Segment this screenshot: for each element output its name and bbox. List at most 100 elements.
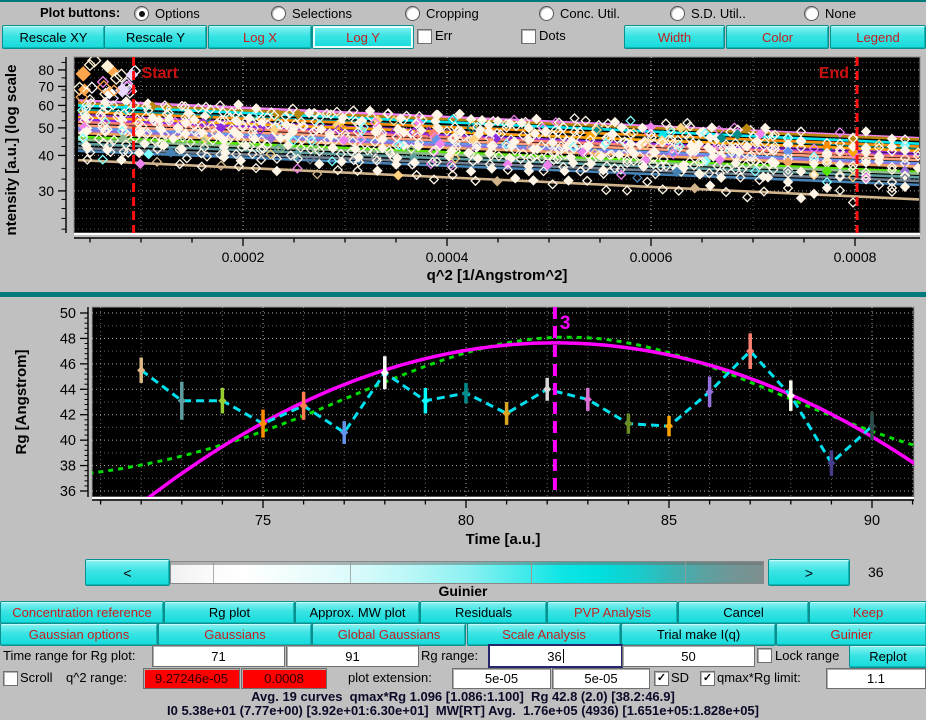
svg-text:44: 44 <box>60 382 76 398</box>
svg-text:85: 85 <box>661 513 677 529</box>
qmax-rg-limit-input[interactable]: 1.1 <box>826 668 926 689</box>
radio-selections[interactable]: Selections <box>271 4 352 24</box>
svg-text:0.0006: 0.0006 <box>630 249 673 265</box>
err-checkbox[interactable] <box>417 29 432 44</box>
scroll-left-button[interactable]: < <box>85 559 170 586</box>
rg-to-input[interactable]: 50 <box>622 645 755 667</box>
scroll-value: 36 <box>868 562 918 582</box>
log-x-button[interactable]: Log X <box>208 25 312 49</box>
intensity-plot[interactable]: Start End 0.0002 0.0004 0.0006 0.0008 q^2 [1/A… <box>0 50 926 292</box>
legend-button[interactable]: Legend <box>830 25 926 49</box>
rescale-y-button[interactable]: Rescale Y <box>104 25 207 49</box>
q2-from-input[interactable]: 9.27246e-05 <box>143 668 240 689</box>
err-label: Err <box>435 26 452 46</box>
rescale-xy-button[interactable]: Rescale XY <box>2 25 105 49</box>
residuals-button[interactable]: Residuals <box>420 601 547 624</box>
radio-circle-icon[interactable] <box>271 6 286 21</box>
dots-label: Dots <box>539 26 566 46</box>
scroll-checkbox[interactable] <box>3 671 18 686</box>
trial-make-i-q--button[interactable]: Trial make I(q) <box>621 623 776 646</box>
plot-ext-2-input[interactable]: 5e-05 <box>552 668 650 689</box>
svg-text:42: 42 <box>60 408 76 424</box>
dots-checkbox[interactable] <box>521 29 536 44</box>
text-cursor <box>563 649 564 663</box>
radio-label: S.D. Util.. <box>691 6 746 21</box>
svg-text:80: 80 <box>458 513 474 529</box>
gaussians-button[interactable]: Gaussians <box>158 623 312 646</box>
radio-circle-icon[interactable] <box>405 6 420 21</box>
approx-mw-plot-button[interactable]: Approx. MW plot <box>295 601 420 624</box>
radio-label: None <box>825 6 856 21</box>
svg-text:0.0002: 0.0002 <box>222 249 265 265</box>
time-from-input[interactable]: 71 <box>152 645 285 667</box>
rg-plot-button[interactable]: Rg plot <box>164 601 295 624</box>
svg-text:End: End <box>819 65 849 82</box>
svg-text:70: 70 <box>38 78 54 94</box>
guinier-button[interactable]: Guinier <box>776 623 926 646</box>
q2-range-label: q^2 range: <box>66 668 127 688</box>
pvp-analysis-button[interactable]: PVP Analysis <box>547 601 678 624</box>
rg-plot[interactable]: 375808590Time [a.u.]5048464442403836Rg [… <box>0 297 926 552</box>
lock-range-checkbox[interactable] <box>757 648 772 663</box>
rg-from-input[interactable]: 36 <box>488 644 623 668</box>
svg-text:Start: Start <box>142 65 179 82</box>
gradient-divider <box>685 562 686 583</box>
svg-text:ntensity [a.u.] (log scale: ntensity [a.u.] (log scale <box>3 65 20 236</box>
action-buttons-row-2: Gaussian optionsGaussiansGlobal Gaussian… <box>0 623 926 644</box>
plot-buttons-label: Plot buttons: <box>40 3 120 23</box>
cancel-button[interactable]: Cancel <box>678 601 809 624</box>
sd-checkbox[interactable]: ✓ <box>654 671 669 686</box>
qmax-rg-checkbox[interactable]: ✓ <box>700 671 715 686</box>
svg-text:50: 50 <box>38 120 54 136</box>
global-gaussians-button[interactable]: Global Gaussians <box>312 623 466 646</box>
gradient-divider <box>350 562 351 583</box>
radio-label: Cropping <box>426 6 479 21</box>
time-to-input[interactable]: 91 <box>286 645 419 667</box>
svg-text:0.0008: 0.0008 <box>834 249 877 265</box>
lock-range-label: Lock range <box>775 646 839 666</box>
radio-none[interactable]: None <box>804 4 856 24</box>
svg-text:Rg [Angstrom]: Rg [Angstrom] <box>13 350 30 455</box>
radio-circle-icon[interactable] <box>539 6 554 21</box>
scale-analysis-button[interactable]: Scale Analysis <box>467 623 621 646</box>
toolbar-row: Rescale XYRescale YLog XLog Y Err Dots Widt… <box>0 25 926 47</box>
radio-circle-icon[interactable] <box>134 6 149 21</box>
radio-circle-icon[interactable] <box>670 6 685 21</box>
plot-ext-1-input[interactable]: 5e-05 <box>452 668 551 689</box>
svg-text:Time [a.u.]: Time [a.u.] <box>466 531 541 548</box>
radio-label: Selections <box>292 6 352 21</box>
radio-options[interactable]: Options <box>134 4 200 24</box>
replot-button[interactable]: Replot <box>849 645 926 668</box>
radio-conc-util-[interactable]: Conc. Util. <box>539 4 620 24</box>
svg-text:0.0004: 0.0004 <box>426 249 469 265</box>
time-range-label: Time range for Rg plot: <box>3 646 135 666</box>
width-button[interactable]: Width <box>624 25 725 49</box>
radio-s-d-util-[interactable]: S.D. Util.. <box>670 4 746 24</box>
svg-text:3: 3 <box>560 313 571 334</box>
gaussian-options-button[interactable]: Gaussian options <box>0 623 158 646</box>
log-y-button[interactable]: Log Y <box>312 25 414 49</box>
guinier-mode-label: Guinier <box>0 583 926 599</box>
position-gradient-bar[interactable] <box>170 561 764 584</box>
svg-text:30: 30 <box>38 183 54 199</box>
color-button[interactable]: Color <box>726 25 829 49</box>
svg-text:90: 90 <box>864 513 880 529</box>
svg-text:40: 40 <box>60 433 76 449</box>
scroll-label: Scroll <box>20 668 53 688</box>
radio-circle-icon[interactable] <box>804 6 819 21</box>
svg-text:60: 60 <box>38 97 54 113</box>
keep-button[interactable]: Keep <box>809 601 926 624</box>
plot-buttons-row: Plot buttons: Options Selections Cropping C… <box>0 2 926 23</box>
q2-to-input[interactable]: 0.0008 <box>241 668 327 689</box>
concentration-reference-button[interactable]: Concentration reference <box>0 601 164 624</box>
svg-text:q^2 [1/Angstrom^2]: q^2 [1/Angstrom^2] <box>427 267 568 284</box>
scroll-right-button[interactable]: > <box>768 559 850 586</box>
svg-text:38: 38 <box>60 459 76 475</box>
radio-cropping[interactable]: Cropping <box>405 4 479 24</box>
status-line-2: I0 5.38e+01 (7.77e+00) [3.92e+01:6.30e+0… <box>0 703 926 718</box>
app-window: Plot buttons: Options Selections Cropping C… <box>0 0 926 720</box>
svg-text:75: 75 <box>255 513 271 529</box>
svg-text:50: 50 <box>60 306 76 322</box>
gradient-divider <box>531 562 532 583</box>
action-buttons-row-1: Concentration referenceRg plotApprox. MW… <box>0 601 926 622</box>
